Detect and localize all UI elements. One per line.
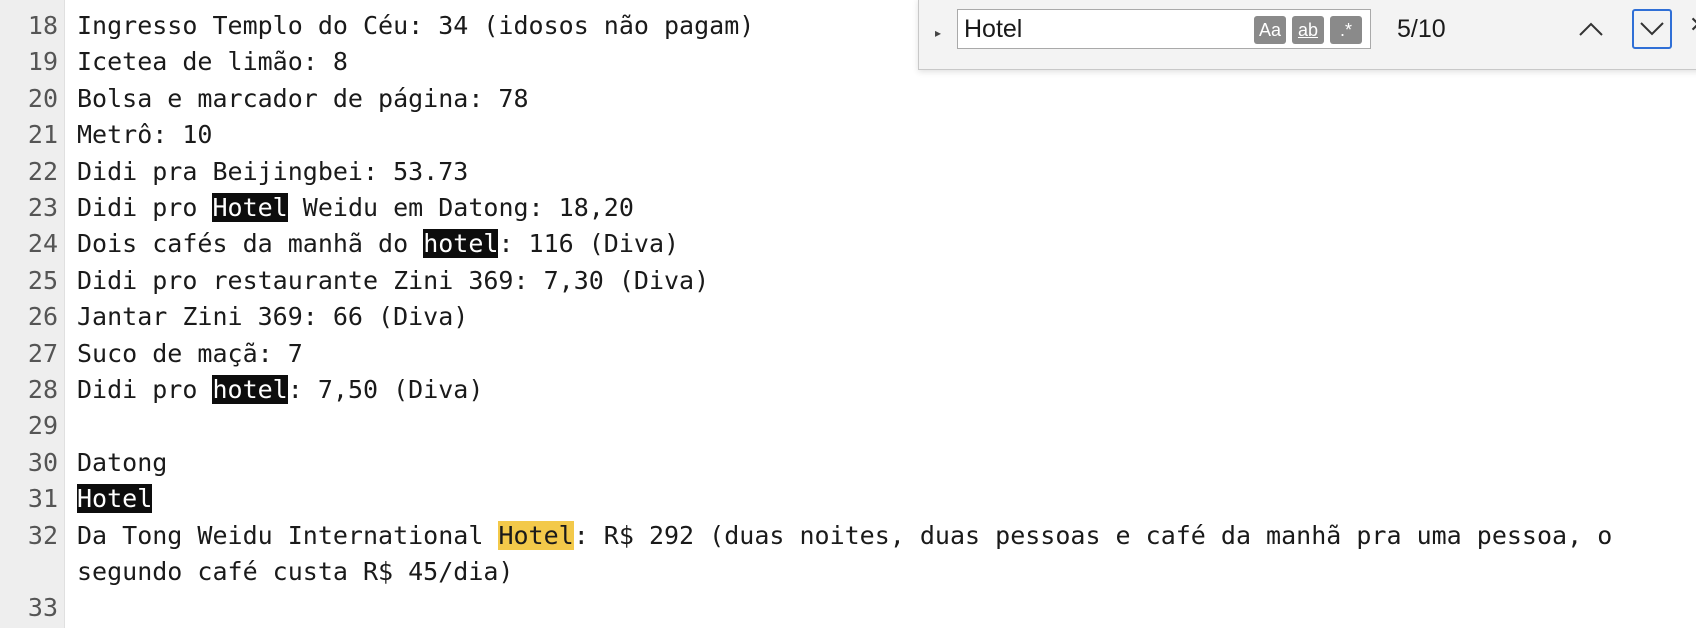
code-text: : 7,50 (Diva) <box>287 375 484 404</box>
line-number: 18 <box>27 11 58 40</box>
whole-word-icon: ab <box>1297 19 1319 40</box>
match-whole-word-button[interactable]: ab <box>1292 16 1324 44</box>
code-line: Suco de maçã: 7 <box>77 336 303 372</box>
line-number: 25 <box>27 265 58 295</box>
code-text: Suco de maçã: 7 <box>77 338 303 368</box>
line-number: 26 <box>27 302 58 332</box>
line-number: 23 <box>27 193 58 222</box>
code-line: Didi pro restaurante Zini 369: 7,30 (Div… <box>77 263 709 299</box>
code-text: segundo café custa R$ 45/dia) <box>77 557 514 586</box>
search-match-highlight: hotel <box>423 229 499 259</box>
match-case-button[interactable]: Aa <box>1254 16 1286 44</box>
code-line: Didi pro hotel: 7,50 (Diva) <box>77 372 483 408</box>
code-text: Da Tong Weidu International <box>77 520 499 550</box>
close-find-button[interactable]: ✕ <box>1689 13 1696 45</box>
find-input-box: Aa ab .* <box>957 9 1371 49</box>
line-number: 31 <box>27 484 58 514</box>
current-match-highlight: Hotel <box>498 520 574 550</box>
code-line: segundo café custa R$ 45/dia) <box>77 554 514 590</box>
code-line: Hotel <box>77 481 153 517</box>
code-line: Jantar Zini 369: 66 (Diva) <box>77 299 468 335</box>
line-number: 30 <box>27 447 58 477</box>
line-number: 21 <box>27 120 58 150</box>
code-line: Dois cafés da manhã do hotel: 116 (Diva) <box>77 226 679 262</box>
code-text: Didi pro <box>77 193 213 222</box>
toggle-replace-button[interactable]: ▸ <box>927 19 949 47</box>
line-number: 19 <box>27 47 58 77</box>
code-line: Icetea de limão: 8 <box>77 44 348 80</box>
line-number: 28 <box>27 375 58 404</box>
code-text: Icetea de limão: 8 <box>77 47 348 77</box>
code-line: Da Tong Weidu International Hotel: R$ 29… <box>77 518 1612 554</box>
match-case-icon: Aa <box>1258 19 1282 40</box>
code-text: : R$ 292 (duas noites, duas pessoas e ca… <box>573 520 1613 550</box>
match-count: 5/10 <box>1397 15 1446 43</box>
code-line: Didi pro Hotel Weidu em Datong: 18,20 <box>77 190 634 226</box>
line-number: 29 <box>27 411 58 441</box>
code-text: Didi pro <box>77 375 213 404</box>
code-text: Bolsa e marcador de página: 78 <box>77 83 529 113</box>
line-number: 27 <box>27 338 58 368</box>
code-line: Bolsa e marcador de página: 78 <box>77 81 529 117</box>
code-text: : 116 (Diva) <box>498 229 680 259</box>
close-icon: ✕ <box>1689 13 1696 38</box>
find-widget: ▸ Aa ab .* 5/10 ✕ <box>918 0 1696 70</box>
line-number: 22 <box>27 156 58 186</box>
code-line: Didi pra Beijingbei: 53.73 <box>77 154 468 190</box>
line-number: 20 <box>27 83 58 113</box>
use-regex-button[interactable]: .* <box>1330 16 1362 44</box>
code-text: Jantar Zini 369: 66 (Diva) <box>77 302 469 332</box>
line-number <box>0 554 58 590</box>
code-area[interactable]: Ingresso Templo do Céu: 34 (idosos não p… <box>77 0 1687 628</box>
line-number: 32 <box>27 520 58 550</box>
search-match-highlight: hotel <box>212 375 288 404</box>
code-text: Metrô: 10 <box>77 120 213 150</box>
code-line: Datong <box>77 445 167 481</box>
text-editor[interactable]: 18 19 20 21 22 23 24 25 26 27 28 29 30 31 32 33 Ingress… <box>0 0 1696 628</box>
chevron-down-icon <box>1640 22 1664 36</box>
code-text: Datong <box>77 447 168 477</box>
line-number-gutter: 18 19 20 21 22 23 24 25 26 27 28 29 30 31 32 33 <box>0 0 65 628</box>
code-text: Weidu em Datong: 18,20 <box>287 193 634 222</box>
code-text: Didi pra Beijingbei: 53.73 <box>77 156 469 186</box>
code-text: Dois cafés da manhã do <box>77 229 424 259</box>
line-number: 24 <box>27 229 58 259</box>
code-line: Metrô: 10 <box>77 117 212 153</box>
search-match-highlight: Hotel <box>77 484 153 514</box>
search-match-highlight: Hotel <box>212 193 288 222</box>
next-match-button[interactable] <box>1632 9 1672 49</box>
chevron-up-icon <box>1579 22 1603 36</box>
line-number: 33 <box>27 593 58 623</box>
code-text: Ingresso Templo do Céu: 34 (idosos não p… <box>77 11 755 40</box>
triangle-right-icon: ▸ <box>934 26 942 40</box>
find-input[interactable] <box>964 10 1244 48</box>
previous-match-button[interactable] <box>1571 9 1611 49</box>
code-line: Ingresso Templo do Céu: 34 (idosos não p… <box>77 8 754 44</box>
code-text: Didi pro restaurante Zini 369: 7,30 (Div… <box>77 265 710 295</box>
regex-icon: .* <box>1339 19 1352 40</box>
